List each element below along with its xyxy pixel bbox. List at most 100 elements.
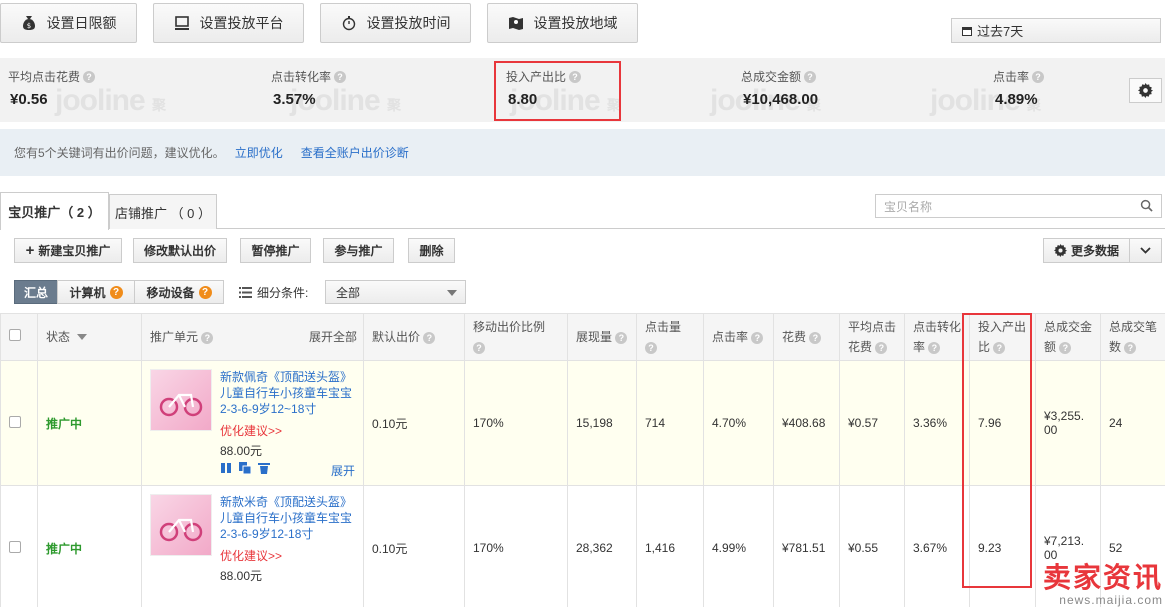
segment-filter-label: 细分条件: [239,284,308,301]
gmv-value: ¥3,255. [1044,409,1085,423]
col-gmv[interactable]: 总成交金额 ? [1035,313,1101,361]
help-icon[interactable]: ? [83,70,96,83]
help-icon[interactable]: ? [423,332,436,344]
default-bid-cell[interactable]: 0.10元 [363,360,465,486]
segment-computer[interactable]: 计算机 ? [57,280,135,304]
help-icon[interactable]: ? [928,342,941,354]
set-platform-label: 设置投放平台 [199,15,284,31]
col-avg-cpc[interactable]: 平均点击 花费 ? [839,313,905,361]
product-title-link[interactable]: 新款米奇《顶配送头盔》儿童自行车小孩童车宝宝2-3-6-9岁12-18寸 [220,494,360,542]
set-platform-button[interactable]: 设置投放平台 [153,3,304,43]
help-icon[interactable]: ? [109,285,123,299]
row-action-icons [220,462,270,474]
source-brand-name: 卖家资讯 [1042,562,1163,593]
row-select-cell [0,360,38,486]
help-icon[interactable]: ? [809,332,822,344]
mobile-ratio-cell[interactable]: 170% [464,485,568,607]
col-label-line: 数 [1109,340,1122,354]
help-icon[interactable]: ? [473,342,485,354]
stats-settings-button[interactable] [1129,78,1162,103]
gmv-value: ¥7,213. [1044,534,1085,548]
optimize-suggestion-link[interactable]: 优化建议>> [220,547,282,564]
optimize-now-link[interactable]: 立即优化 [235,144,283,161]
stat-label: 平均点击花费 [8,70,81,84]
copy-link-icon[interactable] [239,462,251,474]
tab-item-promotion[interactable]: 宝贝推广（ 2 ） [0,192,109,230]
segment-summary[interactable]: 汇总 [14,280,58,304]
pause-promotion-label: 暂停推广 [251,244,300,258]
more-data-button[interactable]: 更多数据 [1043,238,1162,263]
new-item-promotion-button[interactable]: + 新建宝贝推广 [14,238,122,263]
cost-cell: ¥408.68 [773,360,840,486]
mobile-ratio-cell[interactable]: 170% [464,360,568,486]
stat-value: ¥10,468.00 [743,91,819,108]
impressions-cell: 15,198 [567,360,637,486]
select-all-cell [0,313,38,361]
col-ctr[interactable]: 点击率 ? [703,313,774,361]
product-thumbnail[interactable] [150,369,212,431]
orders-cell: 24 [1100,360,1165,486]
stat-value: 4.89% [995,91,1038,108]
col-clicks[interactable]: 点击量 ? [636,313,704,361]
edit-default-bid-button[interactable]: 修改默认出价 [133,238,227,263]
help-icon[interactable]: ? [334,70,347,83]
segment-mobile[interactable]: 移动设备 ? [134,280,224,304]
col-default-bid[interactable]: 默认出价 ? [363,313,465,361]
help-icon[interactable]: ? [1059,342,1072,354]
help-icon[interactable]: ? [615,332,628,344]
help-icon[interactable]: ? [1124,342,1137,354]
help-icon[interactable]: ? [645,342,657,354]
trash-icon[interactable] [258,462,270,474]
col-ctr-label: 点击率 [712,330,749,344]
set-schedule-button[interactable]: 设置投放时间 [320,3,471,43]
tab-label: 宝贝推广（ 2 ） [8,205,101,220]
expand-link[interactable]: 展开 [331,462,355,479]
pause-icon[interactable] [220,462,232,474]
set-schedule-label: 设置投放时间 [366,15,451,31]
pause-promotion-button[interactable]: 暂停推广 [240,238,311,263]
product-thumbnail[interactable] [150,494,212,556]
col-orders[interactable]: 总成交笔数 ? [1100,313,1165,361]
more-data-main[interactable]: 更多数据 [1044,239,1130,262]
cvr-cell: 3.36% [904,360,970,486]
set-region-label: 设置投放地域 [533,15,618,31]
select-all-checkbox[interactable] [9,329,21,341]
help-icon[interactable]: ? [875,342,888,354]
help-icon[interactable]: ? [804,70,817,83]
item-search-box[interactable]: 宝贝名称 [875,194,1162,218]
tab-shop-promotion[interactable]: 店铺推广 （ 0 ） [109,194,217,229]
product-title-link[interactable]: 新款佩奇《顶配送头盔》儿童自行车小孩童车宝宝2-3-6-9岁12~18寸 [220,369,360,417]
help-icon[interactable]: ? [201,332,214,344]
help-icon[interactable]: ? [751,332,764,344]
new-item-promotion-label: 新建宝贝推广 [38,244,111,258]
col-label-line: 额 [1044,340,1057,354]
set-region-button[interactable]: 设置投放地域 [487,3,638,43]
optimize-suggestion-link[interactable]: 优化建议>> [220,422,282,439]
segment-select[interactable]: 全部 [325,280,466,304]
col-label-line: 率 [913,340,926,354]
search-input[interactable]: 宝贝名称 [884,198,932,215]
account-bid-diagnosis-link[interactable]: 查看全账户出价诊断 [301,144,409,161]
col-status[interactable]: 状态 [37,313,142,361]
join-promotion-button[interactable]: 参与推广 [323,238,394,263]
help-icon[interactable]: ? [198,285,212,299]
set-daily-budget-button[interactable]: $ 设置日限额 [0,3,137,43]
expand-all-link[interactable]: 展开全部 [309,327,357,347]
stat-label: 点击转化率 [271,70,332,84]
help-icon[interactable]: ? [1032,70,1045,83]
delete-button[interactable]: 删除 [408,238,455,263]
col-mobile-ratio[interactable]: 移动出价比例 ? [464,313,568,361]
money-bag-icon: $ [22,16,35,30]
search-icon[interactable] [1140,199,1153,212]
col-cvr[interactable]: 点击转化率 ? [904,313,970,361]
edit-default-bid-label: 修改默认出价 [143,244,216,258]
row-checkbox[interactable] [9,540,21,553]
row-checkbox[interactable] [9,415,21,428]
more-data-dropdown[interactable] [1130,247,1161,254]
roi-highlight-box [494,61,621,121]
col-impressions[interactable]: 展现量 ? [567,313,637,361]
col-cost[interactable]: 花费 ? [773,313,840,361]
status-badge: 推广中 [46,416,83,431]
date-range-button[interactable]: 过去7天 [951,18,1161,43]
default-bid-cell[interactable]: 0.10元 [363,485,465,607]
